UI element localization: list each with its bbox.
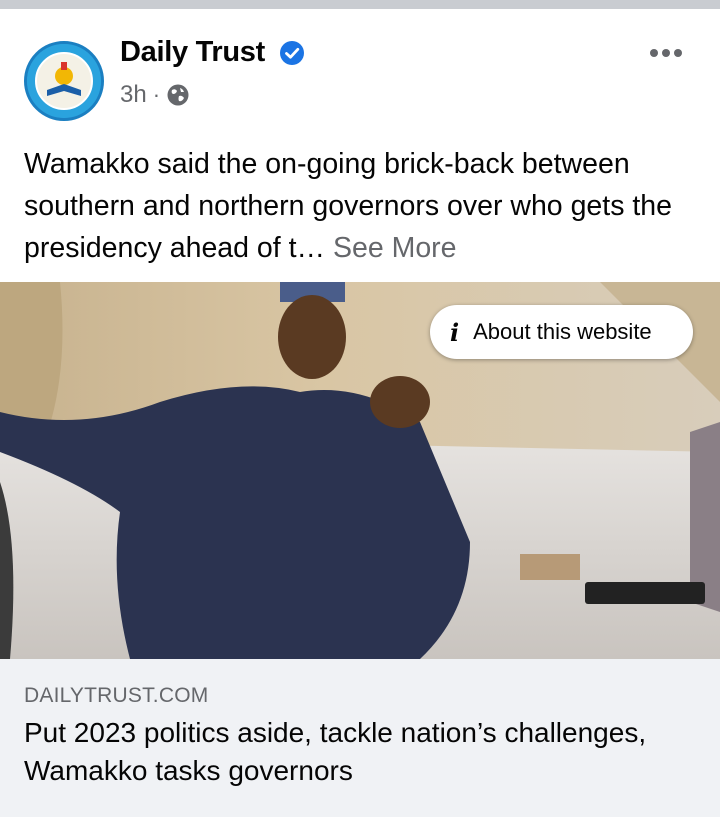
post-body: Wamakko said the on-going brick-back bet…	[24, 143, 704, 269]
about-this-website-button[interactable]: i About this website	[430, 305, 693, 359]
see-more-link[interactable]: See More	[333, 232, 457, 264]
globe-icon	[167, 84, 189, 106]
link-domain: DAILYTRUST.COM	[24, 684, 209, 707]
top-divider	[0, 0, 720, 9]
page-name[interactable]: Daily Trust	[120, 36, 265, 69]
meta-separator: ·	[152, 82, 161, 107]
about-label: About this website	[473, 319, 652, 344]
verified-badge-icon	[280, 41, 304, 65]
post-timestamp[interactable]: 3h	[120, 81, 147, 109]
more-options-icon[interactable]	[646, 43, 686, 63]
daily-trust-logo	[27, 44, 101, 118]
post-meta: 3h ·	[120, 80, 190, 110]
post-header: Daily Trust 3h ·	[0, 9, 720, 131]
link-preview[interactable]: DAILYTRUST.COM Put 2023 politics aside, …	[0, 659, 720, 817]
link-title[interactable]: Put 2023 politics aside, tackle nation’s…	[24, 714, 684, 790]
info-icon: i	[450, 317, 460, 347]
page-avatar[interactable]	[24, 41, 104, 121]
